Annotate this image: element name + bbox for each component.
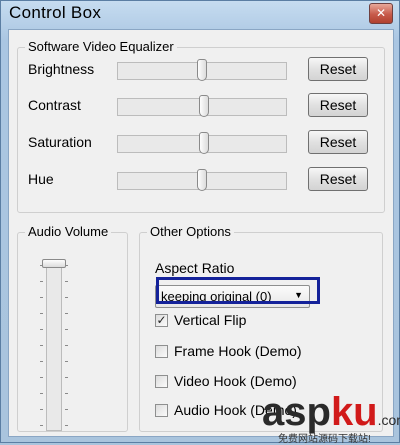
contrast-slider-thumb[interactable] — [198, 95, 209, 117]
volume-tick — [65, 281, 68, 282]
video-hook-label: Video Hook (Demo) — [174, 373, 297, 389]
volume-tick — [65, 425, 68, 426]
audio-volume-title: Audio Volume — [25, 224, 112, 240]
vertical-flip-label: Vertical Flip — [174, 312, 247, 328]
volume-tick — [65, 313, 68, 314]
audio-volume-group: Audio Volume — [17, 224, 128, 432]
frame-hook-label: Frame Hook (Demo) — [174, 343, 302, 359]
aspect-ratio-label: Aspect Ratio — [155, 260, 235, 276]
volume-tick — [65, 329, 68, 330]
volume-tick — [40, 409, 43, 410]
volume-tick — [65, 409, 68, 410]
volume-tick — [65, 361, 68, 362]
volume-tick — [40, 329, 43, 330]
brightness-label: Brightness — [28, 61, 95, 77]
video-hook-checkbox[interactable] — [155, 375, 168, 388]
contrast-slider[interactable] — [117, 95, 287, 117]
control-box-window: Control Box ✕ Software Video Equalizer B… — [0, 0, 400, 443]
saturation-slider[interactable] — [117, 132, 287, 154]
saturation-reset-button[interactable]: Reset — [308, 130, 368, 154]
volume-tick — [40, 361, 43, 362]
other-options-title: Other Options — [147, 224, 234, 240]
frame-hook-option[interactable]: Frame Hook (Demo) — [155, 341, 325, 363]
volume-tick — [65, 377, 68, 378]
client-area: Software Video Equalizer Brightness Rese… — [8, 29, 394, 437]
volume-tick — [40, 425, 43, 426]
volume-tick — [65, 297, 68, 298]
volume-tick — [65, 345, 68, 346]
audio-hook-checkbox[interactable] — [155, 404, 168, 417]
saturation-label: Saturation — [28, 134, 92, 150]
brightness-slider-thumb[interactable] — [197, 59, 207, 81]
volume-tick — [40, 281, 43, 282]
volume-tick — [40, 377, 43, 378]
vertical-flip-highlight-box — [156, 277, 320, 304]
hue-label: Hue — [28, 171, 54, 187]
audio-volume-slider-thumb[interactable] — [42, 259, 66, 268]
vertical-flip-option[interactable]: ✓ Vertical Flip — [155, 310, 325, 332]
frame-hook-checkbox[interactable] — [155, 345, 168, 358]
video-equalizer-title: Software Video Equalizer — [25, 39, 177, 55]
saturation-slider-thumb[interactable] — [198, 132, 209, 154]
close-icon: ✕ — [375, 6, 387, 20]
watermark-ku-text: ku — [330, 390, 378, 434]
volume-tick — [40, 297, 43, 298]
watermark-com-text: .com — [377, 412, 400, 428]
vertical-flip-checkbox[interactable]: ✓ — [155, 314, 168, 327]
volume-tick — [65, 393, 68, 394]
hue-reset-button[interactable]: Reset — [308, 167, 368, 191]
brightness-reset-button[interactable]: Reset — [308, 57, 368, 81]
volume-tick — [40, 345, 43, 346]
close-button[interactable]: ✕ — [369, 3, 393, 24]
hue-slider-thumb[interactable] — [197, 169, 207, 191]
contrast-row: Contrast Reset — [18, 91, 384, 119]
video-equalizer-group: Software Video Equalizer Brightness Rese… — [17, 39, 385, 213]
contrast-label: Contrast — [28, 97, 81, 113]
volume-tick — [40, 393, 43, 394]
hue-slider[interactable] — [117, 169, 287, 191]
brightness-slider[interactable] — [117, 59, 287, 81]
window-title: Control Box — [9, 3, 102, 22]
title-bar[interactable]: Control Box ✕ — [1, 1, 399, 29]
brightness-row: Brightness Reset — [18, 55, 384, 83]
audio-volume-slider[interactable] — [46, 259, 62, 431]
volume-tick — [40, 313, 43, 314]
aspku-watermark: aspku.com 免费网站源码下载站! — [262, 390, 400, 445]
hue-row: Hue Reset — [18, 165, 384, 193]
watermark-asp-text: asp — [262, 390, 331, 434]
saturation-row: Saturation Reset — [18, 128, 384, 156]
contrast-reset-button[interactable]: Reset — [308, 93, 368, 117]
